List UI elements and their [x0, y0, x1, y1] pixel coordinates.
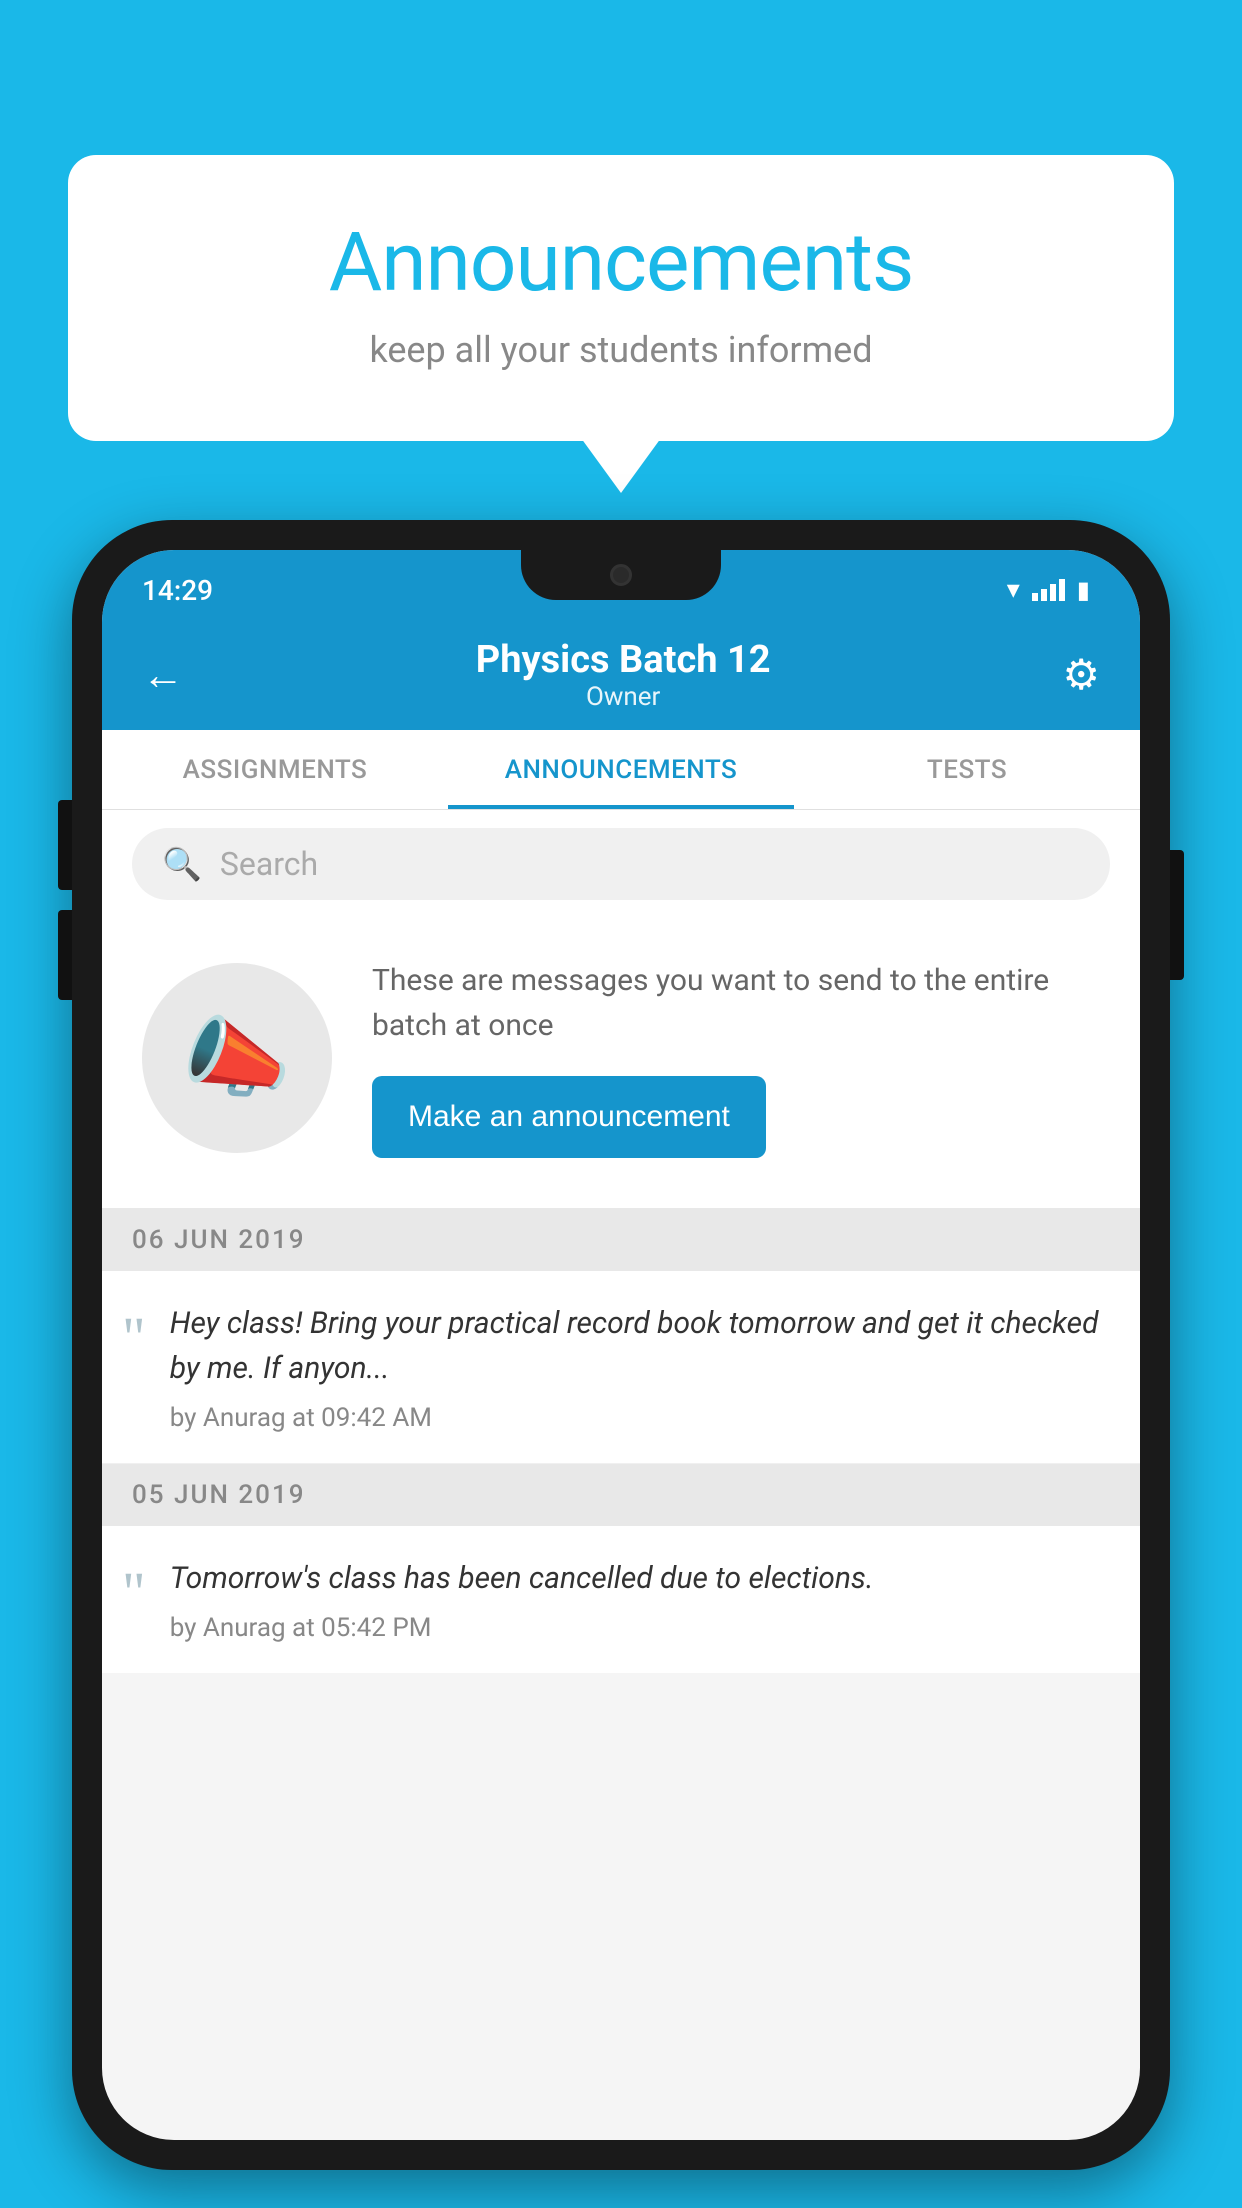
tab-tests[interactable]: TESTS — [794, 730, 1140, 809]
phone-outer: 14:29 ▾ ▮ ← Physics Batch 12 — [72, 520, 1170, 2170]
announcement-content-1: Hey class! Bring your practical record b… — [170, 1301, 1110, 1433]
header-title-block: Physics Batch 12 Owner — [476, 638, 771, 712]
tabs-bar: ASSIGNMENTS ANNOUNCEMENTS TESTS — [102, 730, 1140, 810]
megaphone-circle: 📣 — [142, 963, 332, 1153]
camera-notch — [610, 564, 632, 586]
speech-bubble-section: Announcements keep all your students inf… — [68, 155, 1174, 441]
announcement-prompt: 📣 These are messages you want to send to… — [102, 918, 1140, 1209]
announcements-title: Announcements — [148, 215, 1094, 311]
signal-bar-1 — [1032, 593, 1038, 601]
date-separator-2: 05 JUN 2019 — [102, 1464, 1140, 1526]
phone-notch — [521, 550, 721, 600]
batch-title: Physics Batch 12 — [476, 638, 771, 682]
back-button[interactable]: ← — [142, 651, 184, 700]
date-label-1: 06 JUN 2019 — [132, 1225, 306, 1255]
announcements-subtitle: keep all your students informed — [148, 329, 1094, 371]
phone-screen: 14:29 ▾ ▮ ← Physics Batch 12 — [102, 550, 1140, 2140]
side-button-vol-up — [58, 800, 72, 890]
date-separator-1: 06 JUN 2019 — [102, 1209, 1140, 1271]
app-header: ← Physics Batch 12 Owner ⚙ — [102, 620, 1140, 730]
announcement-content-2: Tomorrow's class has been cancelled due … — [170, 1556, 1110, 1643]
announcement-description: These are messages you want to send to t… — [372, 958, 1100, 1048]
battery-icon: ▮ — [1077, 576, 1090, 604]
announcement-text-1: Hey class! Bring your practical record b… — [170, 1301, 1110, 1391]
announcement-right: These are messages you want to send to t… — [372, 958, 1100, 1158]
speech-bubble-card: Announcements keep all your students inf… — [68, 155, 1174, 441]
announcement-meta-2: by Anurag at 05:42 PM — [170, 1613, 1110, 1643]
make-announcement-button[interactable]: Make an announcement — [372, 1076, 766, 1158]
announcement-item-1[interactable]: " Hey class! Bring your practical record… — [102, 1271, 1140, 1464]
status-icons: ▾ ▮ — [1007, 575, 1090, 605]
search-placeholder: Search — [220, 845, 318, 883]
signal-bar-3 — [1050, 584, 1056, 601]
status-time: 14:29 — [142, 574, 213, 607]
search-container: 🔍 Search — [102, 810, 1140, 918]
signal-bars — [1032, 579, 1065, 601]
settings-icon[interactable]: ⚙ — [1062, 650, 1100, 700]
side-button-vol-down — [58, 910, 72, 1000]
search-bar[interactable]: 🔍 Search — [132, 828, 1110, 900]
megaphone-icon: 📣 — [182, 1007, 292, 1110]
side-button-power — [1170, 850, 1184, 980]
date-label-2: 05 JUN 2019 — [132, 1480, 306, 1510]
quote-icon-2: " — [122, 1564, 146, 1622]
signal-bar-4 — [1059, 579, 1065, 601]
tab-announcements[interactable]: ANNOUNCEMENTS — [448, 730, 794, 809]
phone-mockup: 14:29 ▾ ▮ ← Physics Batch 12 — [72, 520, 1170, 2170]
quote-icon-1: " — [122, 1309, 146, 1367]
search-icon: 🔍 — [162, 845, 202, 883]
signal-bar-2 — [1041, 589, 1047, 601]
tab-assignments[interactable]: ASSIGNMENTS — [102, 730, 448, 809]
announcement-text-2: Tomorrow's class has been cancelled due … — [170, 1556, 1110, 1601]
wifi-icon: ▾ — [1007, 575, 1020, 605]
batch-role: Owner — [476, 682, 771, 712]
announcement-item-2[interactable]: " Tomorrow's class has been cancelled du… — [102, 1526, 1140, 1673]
announcement-meta-1: by Anurag at 09:42 AM — [170, 1403, 1110, 1433]
